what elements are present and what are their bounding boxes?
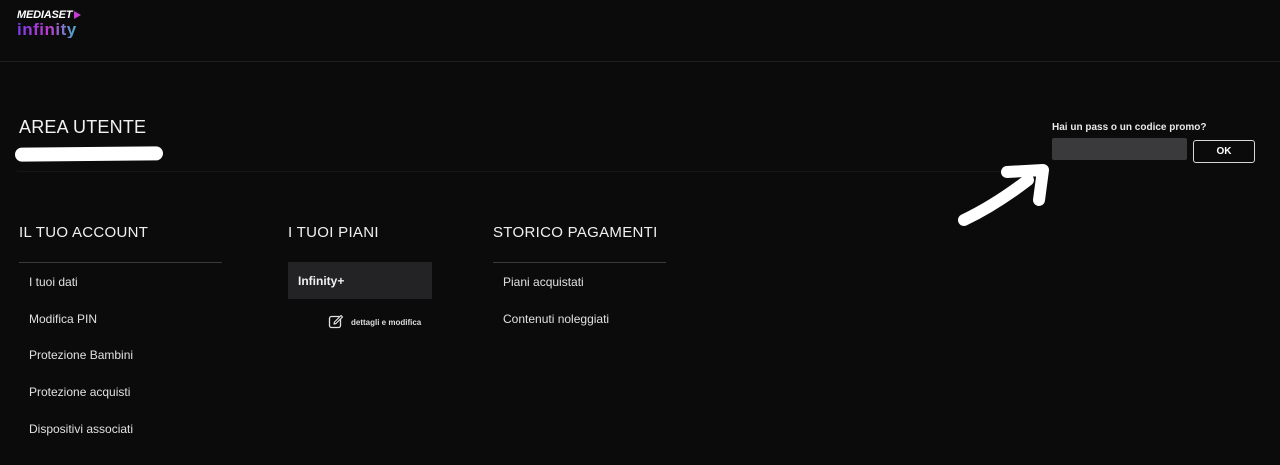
account-divider bbox=[19, 262, 222, 263]
edit-icon bbox=[328, 314, 344, 329]
plan-edit-label: dettagli e modifica bbox=[351, 317, 422, 327]
promo-ok-button[interactable]: OK bbox=[1193, 140, 1255, 163]
link-piani-acquistati[interactable]: Piani acquistati bbox=[503, 275, 584, 289]
link-contenuti-noleggiati[interactable]: Contenuti noleggiati bbox=[503, 312, 609, 326]
payments-heading: STORICO PAGAMENTI bbox=[493, 224, 658, 241]
active-plan-card: Infinity+ bbox=[288, 262, 432, 299]
link-protezione-acquisti[interactable]: Protezione acquisti bbox=[29, 385, 130, 399]
header-divider bbox=[17, 171, 1047, 172]
page-title: AREA UTENTE bbox=[19, 117, 147, 137]
plan-details-edit-link[interactable]: dettagli e modifica bbox=[328, 314, 421, 330]
plans-heading: I TUOI PIANI bbox=[288, 224, 379, 241]
redacted-username bbox=[14, 146, 164, 162]
link-dispositivi-associati[interactable]: Dispositivi associati bbox=[29, 422, 133, 436]
play-icon bbox=[74, 11, 82, 19]
account-heading: IL TUO ACCOUNT bbox=[19, 224, 149, 241]
active-plan-name: Infinity+ bbox=[298, 273, 345, 288]
link-protezione-bambini[interactable]: Protezione Bambini bbox=[29, 348, 133, 362]
mediaset-infinity-logo[interactable]: MEDIASET infinity bbox=[17, 9, 82, 38]
payments-divider bbox=[493, 262, 666, 263]
link-modifica-pin[interactable]: Modifica PIN bbox=[29, 312, 97, 326]
promo-code-input[interactable] bbox=[1052, 138, 1187, 160]
promo-label: Hai un pass o un codice promo? bbox=[1052, 122, 1207, 133]
link-i-tuoi-dati[interactable]: I tuoi dati bbox=[29, 275, 78, 289]
top-bar: MEDIASET infinity bbox=[0, 0, 1280, 62]
logo-infinity-text: infinity bbox=[17, 21, 81, 38]
arrow-annotation-icon bbox=[958, 164, 1049, 226]
